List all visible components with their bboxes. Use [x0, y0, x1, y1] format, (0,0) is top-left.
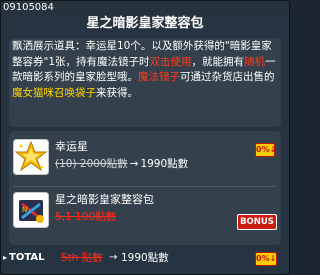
old-price: (10) 2000點數	[55, 158, 128, 170]
total-bar: ▸ TOTAL 5th 點數 → 1990點數 0%↓	[1, 249, 289, 267]
description-panel: 飘洒展示道具：幸运星10个。以及额外获得的"暗影皇家整容券"1张，持有魔法镜子时…	[9, 38, 281, 127]
total-new-price: 1990點數	[121, 252, 169, 264]
total-bullet-icon: ▸	[3, 253, 8, 262]
item-name: 幸运星	[55, 140, 88, 153]
new-price: 1990點數	[140, 158, 189, 170]
package-icon: N	[13, 192, 49, 228]
desc-seg9: 来获得。	[96, 86, 138, 99]
desc-seg3: ，就能拥有	[191, 55, 245, 68]
total-discount-badge: 0%↓	[255, 252, 277, 266]
description-text: 飘洒展示道具：幸运星10个。以及额外获得的"暗影皇家整容券"1张，持有魔法镜子时…	[12, 39, 280, 101]
price-line: 5,1 100點數	[55, 210, 116, 224]
divider	[13, 186, 277, 187]
desc-seg6: 魔法镜子	[138, 71, 180, 83]
item-name: 星之暗影皇家整容包	[55, 193, 154, 206]
item-tooltip-window: 09105084 星之暗影皇家整容包 飘洒展示道具：幸运星10个。以及额外获得的…	[0, 0, 290, 275]
list-item[interactable]: N 星之暗影皇家整容包 5,1 100點數 BONUS	[9, 188, 281, 240]
total-old-price: 5th 點數	[61, 252, 103, 264]
desc-seg4: 随机	[244, 55, 266, 68]
discount-badge: 0%↓	[255, 143, 276, 157]
item-title: 星之暗影皇家整容包	[86, 16, 204, 31]
desc-seg7: 可通过杂货店出售的	[180, 71, 275, 83]
old-price: 5,1 100點數	[55, 211, 117, 223]
desc-seg8: 魔女猫咪召唤袋子	[12, 86, 96, 99]
star-icon	[13, 139, 49, 175]
desc-seg2: 双击使用	[149, 55, 192, 68]
bonus-badge: BONUS	[237, 214, 277, 230]
total-label: TOTAL	[9, 252, 45, 263]
svg-text:N: N	[22, 206, 27, 214]
arrow-icon: →	[129, 158, 139, 170]
item-list-panel: 幸运星 (10) 2000點數→1990點數 0%↓ N 星之暗影皇家整容包	[9, 131, 281, 245]
price-line: (10) 2000點數 → 1990點數	[55, 157, 188, 171]
list-item[interactable]: 幸运星 (10) 2000點數 → 1990點數 0%↓	[9, 135, 281, 187]
arrow-icon: →	[109, 252, 118, 263]
